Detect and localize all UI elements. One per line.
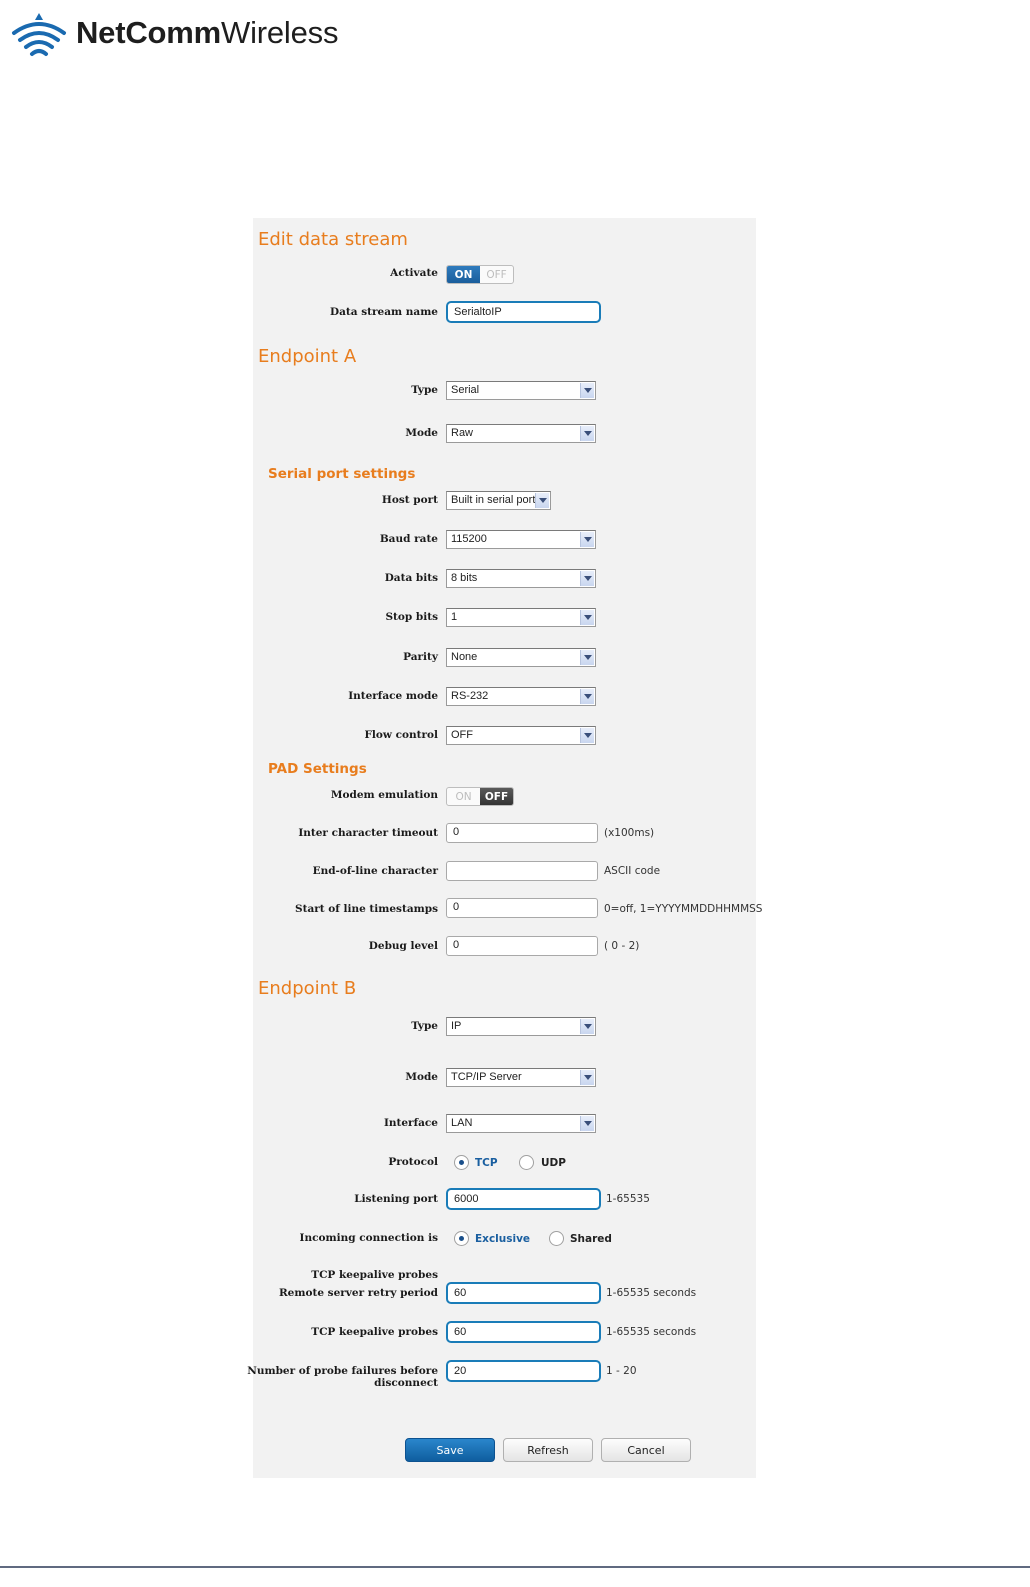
endpoint-b-interface-select[interactable]: LAN bbox=[446, 1114, 596, 1133]
keepalive-probes-hint: 1-65535 seconds bbox=[606, 1326, 697, 1338]
probe-failures-hint: 1 - 20 bbox=[606, 1365, 637, 1377]
inter-char-timeout-input[interactable]: 0 bbox=[446, 823, 598, 843]
chevron-down-icon bbox=[580, 650, 594, 665]
activate-off[interactable]: OFF bbox=[480, 266, 513, 283]
interface-mode-select[interactable]: RS-232 bbox=[446, 687, 596, 706]
debug-level-hint: ( 0 - 2) bbox=[604, 940, 640, 952]
cancel-button[interactable]: Cancel bbox=[601, 1438, 691, 1462]
chevron-down-icon bbox=[580, 689, 594, 704]
footer-divider bbox=[0, 1566, 1030, 1568]
keepalive-probes-label: TCP keepalive probes bbox=[311, 1326, 438, 1338]
retry-period-hint: 1-65535 seconds bbox=[606, 1287, 697, 1299]
eol-char-hint: ASCII code bbox=[604, 865, 661, 877]
protocol-udp-label[interactable]: UDP bbox=[541, 1157, 566, 1169]
endpoint-b-type-select[interactable]: IP bbox=[446, 1017, 596, 1036]
parity-label: Parity bbox=[403, 651, 438, 663]
interface-mode-label: Interface mode bbox=[348, 690, 438, 702]
eol-char-label: End-of-line character bbox=[312, 865, 438, 877]
inter-char-timeout-label: Inter character timeout bbox=[298, 827, 438, 839]
probe-failures-label-line2: disconnect bbox=[374, 1377, 438, 1389]
incoming-exclusive-radio[interactable] bbox=[454, 1231, 469, 1246]
eol-char-input[interactable] bbox=[446, 861, 598, 881]
stream-name-input[interactable]: SerialtoIP bbox=[446, 301, 601, 323]
chevron-down-icon bbox=[580, 383, 594, 398]
chevron-down-icon bbox=[580, 1116, 594, 1131]
section-title-serial: Serial port settings bbox=[268, 466, 416, 482]
chevron-down-icon bbox=[580, 728, 594, 743]
listening-port-hint: 1-65535 bbox=[606, 1193, 650, 1205]
sol-timestamps-label: Start of line timestamps bbox=[295, 903, 438, 915]
incoming-connection-label: Incoming connection is bbox=[299, 1232, 438, 1244]
chevron-down-icon bbox=[580, 610, 594, 625]
endpoint-a-mode-select[interactable]: Raw bbox=[446, 424, 596, 443]
modem-emulation-label: Modem emulation bbox=[330, 789, 438, 801]
endpoint-b-interface-label: Interface bbox=[383, 1117, 438, 1129]
stream-name-label: Data stream name bbox=[330, 306, 438, 318]
stop-bits-label: Stop bits bbox=[385, 611, 438, 623]
endpoint-b-mode-select[interactable]: TCP/IP Server bbox=[446, 1068, 596, 1087]
inter-char-timeout-hint: (x100ms) bbox=[604, 827, 655, 839]
chevron-down-icon bbox=[535, 493, 549, 508]
probe-failures-input[interactable]: 20 bbox=[446, 1360, 601, 1382]
keepalive-probes-input[interactable]: 60 bbox=[446, 1321, 601, 1343]
brand-name: NetCommWireless bbox=[76, 15, 339, 50]
chevron-down-icon bbox=[580, 1070, 594, 1085]
endpoint-a-type-label: Type bbox=[411, 384, 438, 396]
section-title-pad: PAD Settings bbox=[268, 761, 367, 777]
incoming-shared-radio[interactable] bbox=[549, 1231, 564, 1246]
listening-port-input[interactable]: 6000 bbox=[446, 1188, 601, 1210]
debug-level-input[interactable]: 0 bbox=[446, 936, 598, 956]
protocol-udp-radio[interactable] bbox=[519, 1155, 534, 1170]
endpoint-a-mode-label: Mode bbox=[405, 427, 438, 439]
debug-level-label: Debug level bbox=[368, 940, 438, 952]
flow-control-label: Flow control bbox=[364, 729, 438, 741]
sol-timestamps-hint: 0=off, 1=YYYYMMDDHHMMSS bbox=[604, 903, 763, 915]
protocol-tcp-radio[interactable] bbox=[454, 1155, 469, 1170]
protocol-tcp-label[interactable]: TCP bbox=[475, 1157, 498, 1169]
section-title-endpoint-b: Endpoint B bbox=[258, 978, 357, 999]
save-button[interactable]: Save bbox=[405, 1438, 495, 1462]
protocol-label: Protocol bbox=[388, 1156, 438, 1168]
keepalive-header-label: TCP keepalive probes bbox=[311, 1269, 438, 1281]
data-bits-label: Data bits bbox=[384, 572, 438, 584]
modem-emulation-toggle[interactable]: ON OFF bbox=[446, 787, 514, 806]
listening-port-label: Listening port bbox=[354, 1193, 438, 1205]
chevron-down-icon bbox=[580, 532, 594, 547]
section-title-endpoint-a: Endpoint A bbox=[258, 346, 357, 367]
modem-on[interactable]: ON bbox=[447, 788, 480, 805]
activate-toggle[interactable]: ON OFF bbox=[446, 265, 514, 284]
baud-rate-label: Baud rate bbox=[379, 533, 438, 545]
modem-off[interactable]: OFF bbox=[480, 788, 513, 805]
probe-failures-label-line1: Number of probe failures before bbox=[247, 1365, 438, 1377]
incoming-exclusive-label[interactable]: Exclusive bbox=[475, 1233, 530, 1245]
data-bits-select[interactable]: 8 bits bbox=[446, 569, 596, 588]
endpoint-b-type-label: Type bbox=[411, 1020, 438, 1032]
host-port-select[interactable]: Built in serial port bbox=[446, 491, 551, 510]
activate-label: Activate bbox=[390, 267, 438, 279]
section-title-edit: Edit data stream bbox=[258, 229, 408, 250]
stop-bits-select[interactable]: 1 bbox=[446, 608, 596, 627]
retry-period-input[interactable]: 60 bbox=[446, 1282, 601, 1304]
incoming-shared-label[interactable]: Shared bbox=[570, 1233, 612, 1245]
refresh-button[interactable]: Refresh bbox=[503, 1438, 593, 1462]
retry-period-label: Remote server retry period bbox=[278, 1287, 438, 1299]
sol-timestamps-input[interactable]: 0 bbox=[446, 898, 598, 918]
baud-rate-select[interactable]: 115200 bbox=[446, 530, 596, 549]
wifi-signal-icon bbox=[12, 13, 66, 56]
chevron-down-icon bbox=[580, 571, 594, 586]
endpoint-a-type-select[interactable]: Serial bbox=[446, 381, 596, 400]
host-port-label: Host port bbox=[381, 494, 438, 506]
flow-control-select[interactable]: OFF bbox=[446, 726, 596, 745]
activate-on[interactable]: ON bbox=[447, 266, 480, 283]
brand-logo: NetCommWireless bbox=[10, 8, 338, 58]
endpoint-b-mode-label: Mode bbox=[405, 1071, 438, 1083]
chevron-down-icon bbox=[580, 426, 594, 441]
parity-select[interactable]: None bbox=[446, 648, 596, 667]
chevron-down-icon bbox=[580, 1019, 594, 1034]
